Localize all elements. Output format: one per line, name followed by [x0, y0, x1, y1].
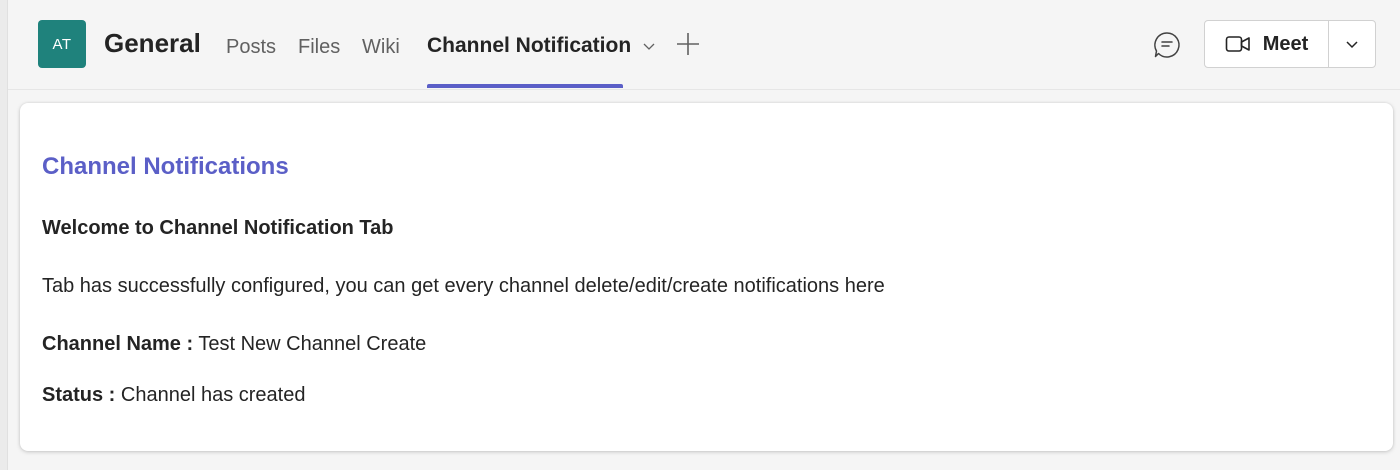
meet-label: Meet [1262, 32, 1309, 55]
channel-header: AT General Posts Files Wiki Channel Noti… [8, 0, 1400, 90]
tab-channel-notification[interactable]: Channel Notification [427, 34, 657, 58]
status-row: Status : Channel has created [42, 384, 305, 407]
tab-files[interactable]: Files [298, 36, 340, 59]
active-tab-indicator [427, 84, 623, 88]
welcome-text: Welcome to Channel Notification Tab [42, 217, 394, 239]
plus-icon[interactable] [674, 30, 702, 58]
channel-name-label: Channel Name : [42, 333, 194, 355]
chat-bubble-icon[interactable] [1152, 30, 1182, 60]
description-text: Tab has successfully configured, you can… [42, 275, 885, 297]
tab-wiki[interactable]: Wiki [362, 36, 400, 59]
notification-card: Channel Notifications Welcome to Channel… [20, 103, 1393, 451]
meet-button-group: Meet [1204, 20, 1376, 68]
page-title: Channel Notifications [42, 153, 289, 180]
team-avatar[interactable]: AT [38, 20, 86, 68]
tab-posts[interactable]: Posts [226, 36, 276, 59]
chevron-down-icon [1346, 41, 1358, 49]
channel-title: General [104, 28, 201, 58]
tab-channel-notification-label: Channel Notification [427, 34, 632, 57]
left-rail-edge [0, 0, 8, 470]
chevron-down-icon[interactable] [641, 38, 657, 54]
video-camera-icon [1225, 36, 1250, 52]
channel-name-row: Channel Name : Test New Channel Create [42, 333, 426, 356]
status-label: Status : [42, 384, 116, 406]
status-value: Channel has created [120, 384, 306, 406]
meet-dropdown-button[interactable] [1329, 21, 1375, 67]
meet-button[interactable]: Meet [1205, 21, 1329, 67]
channel-name-value: Test New Channel Create [198, 333, 427, 355]
